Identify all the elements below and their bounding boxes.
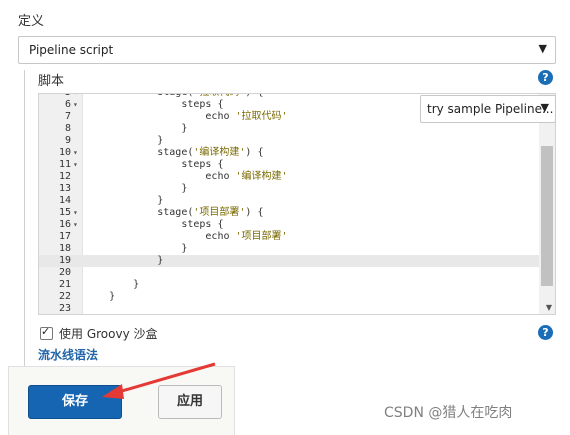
annotation-arrow-icon [102,362,216,399]
watermark: CSDN @猎人在吃肉 [384,405,513,421]
